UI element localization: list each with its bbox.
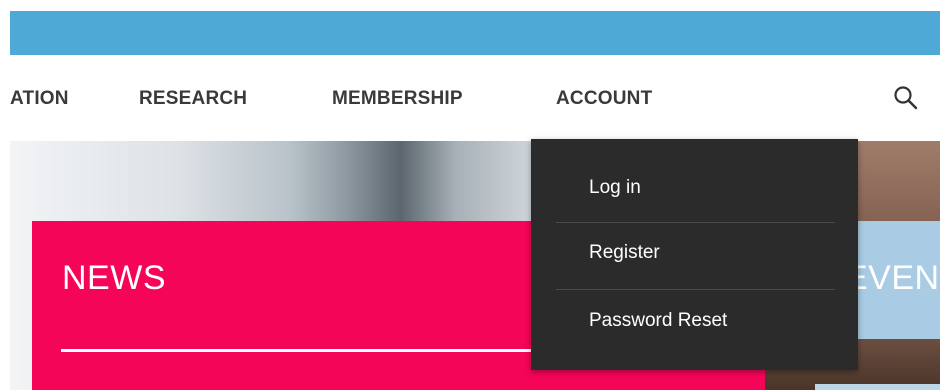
events-strip: [815, 384, 940, 390]
menu-item-password-reset[interactable]: Password Reset: [531, 289, 858, 356]
menu-item-register[interactable]: Register: [531, 222, 858, 289]
nav-item-membership[interactable]: MEMBERSHIP: [332, 88, 463, 110]
menu-item-label: Register: [589, 242, 660, 263]
nav-item-account[interactable]: ACCOUNT: [556, 88, 652, 110]
search-icon: [894, 86, 918, 110]
account-dropdown-menu: Log in Register Password Reset: [531, 139, 858, 370]
events-title: EVEN: [845, 259, 940, 297]
news-title: NEWS: [62, 259, 166, 297]
menu-item-label: Log in: [589, 177, 641, 198]
nav-item-education[interactable]: ATION: [10, 88, 69, 110]
news-divider: [61, 349, 531, 352]
main-nav: ATION RESEARCH MEMBERSHIP ACCOUNT: [10, 55, 940, 141]
menu-item-label: Password Reset: [589, 310, 728, 331]
menu-item-log-in[interactable]: Log in: [531, 155, 858, 222]
top-bar: [10, 11, 940, 55]
nav-item-research[interactable]: RESEARCH: [139, 88, 247, 110]
search-button[interactable]: [893, 85, 919, 111]
page: ATION RESEARCH MEMBERSHIP ACCOUNT NEWS E…: [0, 0, 940, 390]
